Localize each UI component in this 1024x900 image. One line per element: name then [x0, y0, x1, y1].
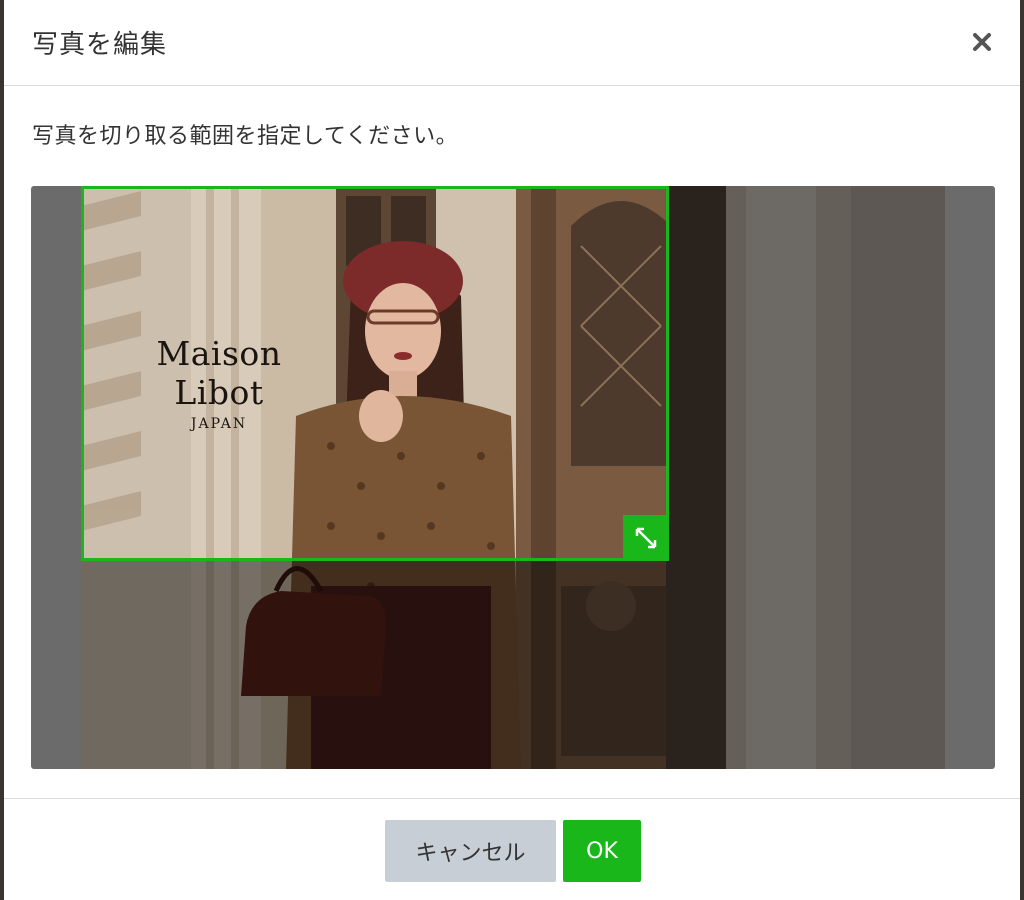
crop-instruction: 写真を切り取る範囲を指定してください。: [32, 124, 459, 149]
edit-photo-dialog: 写真を編集 写真を切り取る範囲を指定してください。 Maison Libot J…: [4, 0, 1020, 900]
dialog-title: 写真を編集: [32, 30, 168, 60]
close-icon: [973, 33, 991, 51]
crop-resize-handle[interactable]: [623, 515, 669, 561]
dialog-body: 写真を切り取る範囲を指定してください。 Maison Libot JAPAN: [4, 86, 1020, 798]
ok-button[interactable]: OK: [563, 820, 641, 882]
crop-shade-right: [669, 186, 945, 769]
crop-selection-box[interactable]: [81, 186, 669, 561]
crop-shade-bottom: [81, 561, 669, 769]
dialog-header: 写真を編集: [4, 0, 1020, 86]
close-button[interactable]: [966, 26, 998, 58]
cancel-button[interactable]: キャンセル: [385, 820, 556, 882]
resize-diagonal-icon: [635, 527, 657, 549]
dialog-footer: キャンセル OK: [4, 798, 1020, 900]
crop-area[interactable]: Maison Libot JAPAN: [31, 186, 995, 769]
